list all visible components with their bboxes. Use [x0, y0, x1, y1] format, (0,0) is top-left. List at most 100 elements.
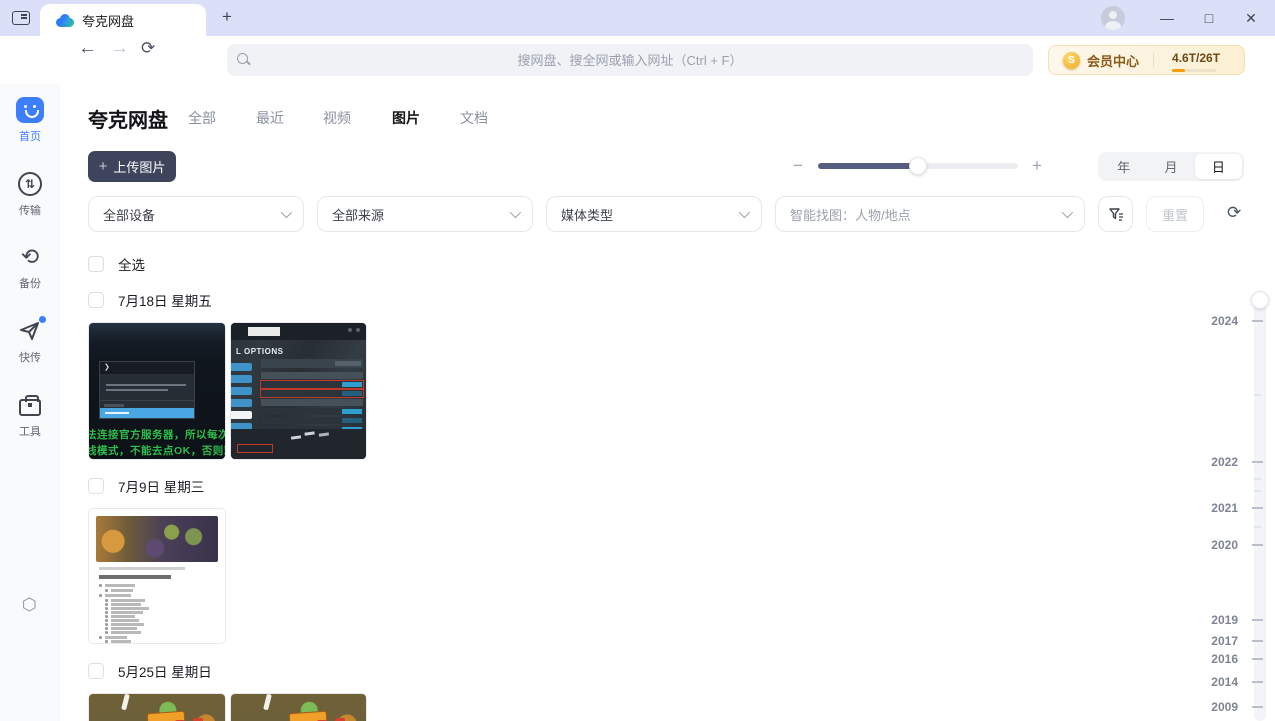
sidebar-item-transfer[interactable]: ⇅ 传输 [0, 170, 60, 218]
smart-search-dropdown[interactable]: 智能找图：人物/地点 [775, 196, 1085, 232]
advanced-filter-button[interactable] [1098, 196, 1133, 232]
sidebar-item-home[interactable]: 首页 [0, 96, 60, 144]
date-group-header: 7月9日 星期三 [88, 476, 204, 496]
settings-gear-icon[interactable]: ⬡ [22, 596, 39, 613]
timeline-year[interactable]: 2014 [1211, 675, 1238, 689]
timeline-year[interactable]: 2022 [1211, 455, 1238, 469]
document-screenshot [89, 509, 225, 643]
overlay-text-line: 线模式，不能去点OK，否则就是无 [88, 445, 225, 457]
dialog-header: ❯ [100, 362, 194, 374]
sidebar-item-backup[interactable]: ⟲ 备份 [0, 243, 60, 291]
tab-videos[interactable]: 视频 [323, 108, 351, 128]
slider-thumb[interactable] [909, 157, 927, 175]
timeline-minor-tick [1254, 394, 1261, 396]
upload-images-button[interactable]: + 上传图片 [88, 151, 176, 182]
home-smile-icon [16, 97, 44, 123]
member-center-label: 会员中心 [1087, 53, 1140, 69]
zoom-out-button[interactable]: − [793, 157, 803, 174]
timeline-year[interactable]: 2019 [1211, 613, 1238, 627]
user-avatar[interactable] [1101, 6, 1125, 30]
search-bar[interactable] [227, 44, 1033, 76]
timeline-tick [1252, 681, 1263, 683]
segment-year[interactable]: 年 [1100, 154, 1147, 179]
game-logo [288, 710, 328, 721]
segment-month[interactable]: 月 [1147, 154, 1194, 179]
timeline-minor-tick [1254, 478, 1261, 480]
refresh-icon[interactable]: ⟳ [1227, 204, 1241, 221]
image-thumbnail[interactable] [88, 508, 226, 644]
select-all-row: 全选 [88, 254, 145, 274]
select-all-label: 全选 [118, 258, 145, 273]
group-date-label: 7月18日 星期五 [118, 294, 212, 309]
tab-manager-icon[interactable] [12, 11, 30, 25]
chevron-down-icon [738, 206, 751, 219]
new-tab-button[interactable]: + [214, 4, 240, 30]
search-icon [237, 53, 251, 67]
page-title: 夸克网盘 [88, 110, 168, 132]
segment-day[interactable]: 日 [1194, 154, 1242, 179]
titlebar: 夸克网盘 + — □ ✕ [0, 0, 1275, 36]
funnel-icon [1108, 208, 1123, 221]
group-checkbox[interactable] [88, 663, 104, 679]
close-button[interactable]: ✕ [1237, 10, 1265, 27]
timeline-year[interactable]: 2017 [1211, 634, 1238, 648]
tab-recent[interactable]: 最近 [256, 108, 284, 128]
sidebar-item-quick-send[interactable]: 快传 [0, 316, 60, 365]
reload-button[interactable]: ⟳ [141, 40, 155, 57]
timeline-year[interactable]: 2024 [1211, 314, 1238, 328]
plus-icon: + [98, 158, 108, 175]
dialog-box: ❯ [99, 361, 195, 419]
storage-usage: 4.6T/26T [1172, 50, 1221, 65]
upload-label: 上传图片 [113, 160, 166, 175]
forward-button[interactable]: → [110, 39, 129, 58]
timeline-minor-tick [1254, 490, 1261, 492]
game-dialog-screenshot: ❯ 法连接官方服务器，所以每次启动 线模式，不能去点OK，否则就是无 [89, 323, 225, 459]
chevron-down-icon [509, 206, 522, 219]
slider-fill [818, 163, 918, 169]
timeline-tick [1252, 619, 1263, 621]
select-all-checkbox[interactable] [88, 256, 104, 272]
options-heading: L OPTIONS [236, 347, 284, 356]
timeline-year[interactable]: 2016 [1211, 652, 1238, 666]
image-thumbnail[interactable] [230, 693, 367, 721]
media-type-dropdown[interactable]: 媒体类型 [546, 196, 762, 232]
minimize-button[interactable]: — [1153, 10, 1181, 26]
back-button[interactable]: ← [78, 39, 97, 58]
image-thumbnail[interactable]: L OPTIONS [230, 322, 367, 460]
group-checkbox[interactable] [88, 292, 104, 308]
tab-documents[interactable]: 文档 [460, 108, 488, 128]
highlighted-label [237, 444, 273, 453]
tab-pictures[interactable]: 图片 [392, 108, 420, 128]
tab-all[interactable]: 全部 [188, 108, 216, 128]
browser-tab[interactable]: 夸克网盘 [40, 4, 206, 36]
sidebar-item-tools[interactable]: 工具 [0, 391, 60, 439]
timeline-tick [1252, 461, 1263, 463]
timeline-tick [1252, 544, 1263, 546]
tooltip-box [248, 327, 280, 336]
image-thumbnail[interactable]: ❯ 法连接官方服务器，所以每次启动 线模式，不能去点OK，否则就是无 [88, 322, 226, 460]
timeline-tick [1252, 507, 1263, 509]
reset-button[interactable]: 重置 [1146, 196, 1204, 232]
vip-coin-icon: S [1063, 51, 1080, 69]
group-date-label: 5月25日 星期日 [118, 665, 212, 680]
device-filter-dropdown[interactable]: 全部设备 [88, 196, 304, 232]
timeline-tick [1252, 658, 1263, 660]
toolbox-icon [19, 395, 41, 416]
timeline-year[interactable]: 2009 [1211, 700, 1238, 714]
maximize-button[interactable]: □ [1195, 10, 1223, 26]
highlighted-option [100, 408, 194, 418]
chevron-down-icon [280, 206, 293, 219]
quark-drive-window: 夸克网盘 + — □ ✕ ← → ⟳ S 会员中心 4.6T/26T 首页 ⇅ … [0, 0, 1275, 721]
zoom-in-button[interactable]: + [1032, 157, 1042, 174]
timeline-year[interactable]: 2020 [1211, 538, 1238, 552]
image-thumbnail[interactable] [88, 693, 226, 721]
timeline-minor-tick [1254, 526, 1261, 528]
timeline-year[interactable]: 2021 [1211, 501, 1238, 515]
group-checkbox[interactable] [88, 478, 104, 494]
search-input[interactable] [251, 52, 1033, 68]
source-filter-dropdown[interactable]: 全部来源 [317, 196, 533, 232]
timeline-handle[interactable] [1251, 291, 1269, 309]
thumbnail-size-slider[interactable] [818, 157, 1018, 175]
member-center-button[interactable]: S 会员中心 4.6T/26T [1048, 45, 1245, 75]
notification-dot [39, 316, 46, 323]
